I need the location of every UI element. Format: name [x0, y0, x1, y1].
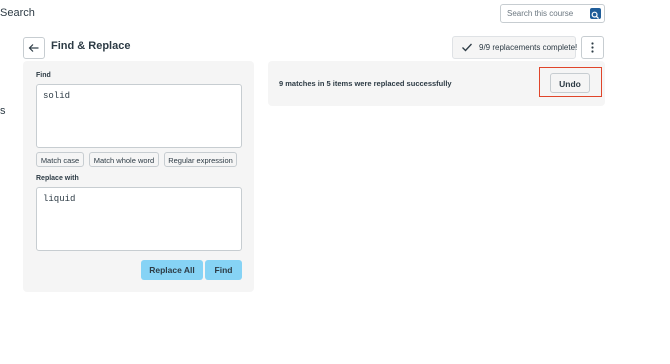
replace-result-message: 9 matches in 5 items were replaced succe…: [279, 79, 452, 88]
page-title: Find & Replace: [51, 40, 131, 52]
match-whole-word-button[interactable]: Match whole word: [89, 152, 159, 167]
replacement-status-badge: 9/9 replacements complete!: [452, 36, 578, 59]
find-textarea[interactable]: solid: [36, 84, 242, 148]
find-label: Find: [36, 72, 51, 79]
replace-with-label: Replace with: [36, 175, 79, 182]
regular-expression-button[interactable]: Regular expression: [164, 152, 237, 167]
course-search-input[interactable]: [507, 7, 585, 20]
replace-textarea[interactable]: liquid: [36, 187, 242, 251]
search-button[interactable]: [590, 8, 601, 20]
search-icon: [591, 11, 600, 20]
course-search-box[interactable]: [500, 4, 605, 23]
sidebar-clipped-text: s: [0, 105, 6, 117]
top-search-heading: Search: [0, 7, 35, 19]
checkmark-icon: [462, 43, 472, 52]
arrow-left-icon: [28, 44, 39, 52]
status-text: 9/9 replacements complete!: [479, 43, 578, 52]
back-button[interactable]: [23, 37, 45, 59]
more-options-button[interactable]: [581, 36, 604, 59]
match-case-button[interactable]: Match case: [36, 152, 84, 167]
undo-button[interactable]: Undo: [550, 73, 590, 93]
find-button[interactable]: Find: [205, 260, 242, 280]
replace-all-button[interactable]: Replace All: [141, 260, 203, 280]
kebab-menu-icon: [591, 42, 594, 53]
